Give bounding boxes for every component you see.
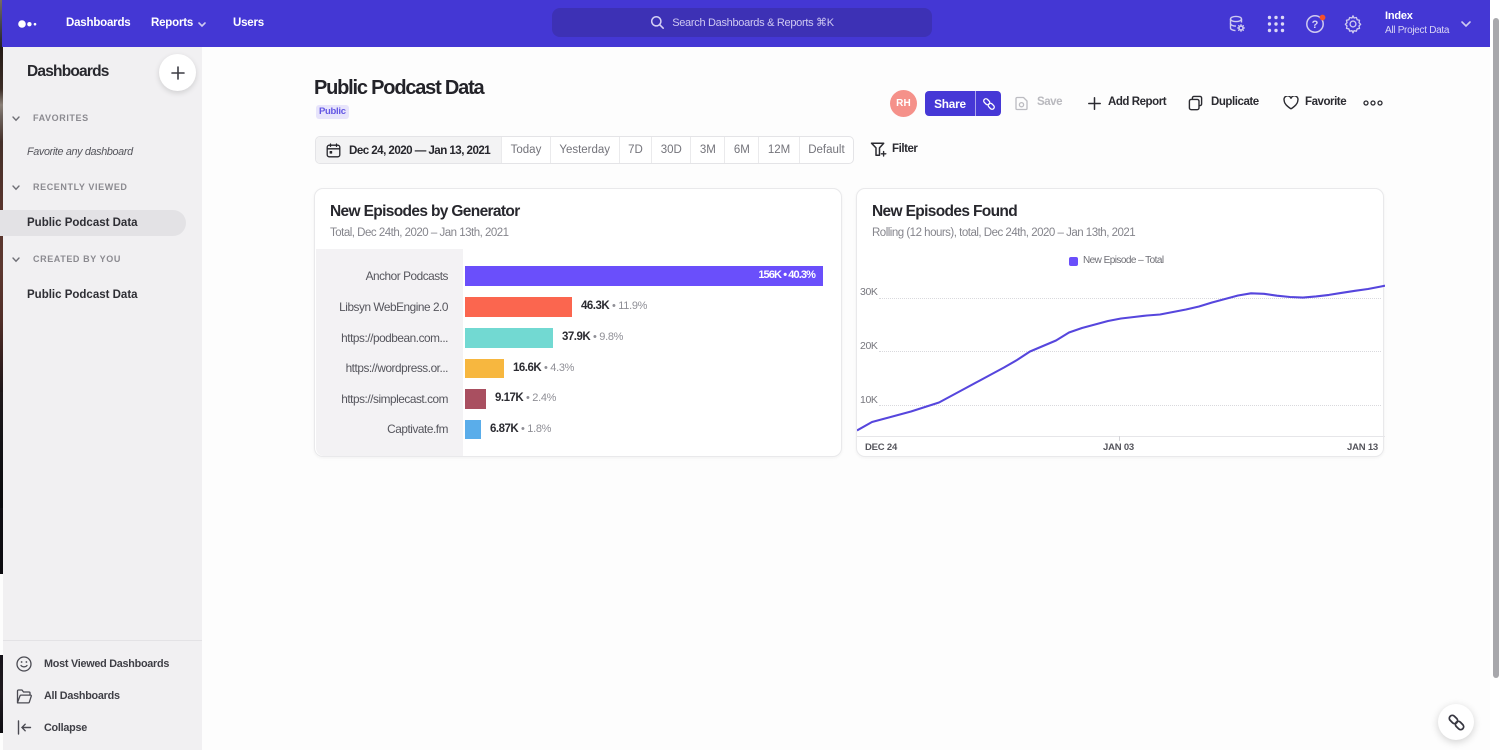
svg-text:?: ? <box>1312 19 1319 31</box>
